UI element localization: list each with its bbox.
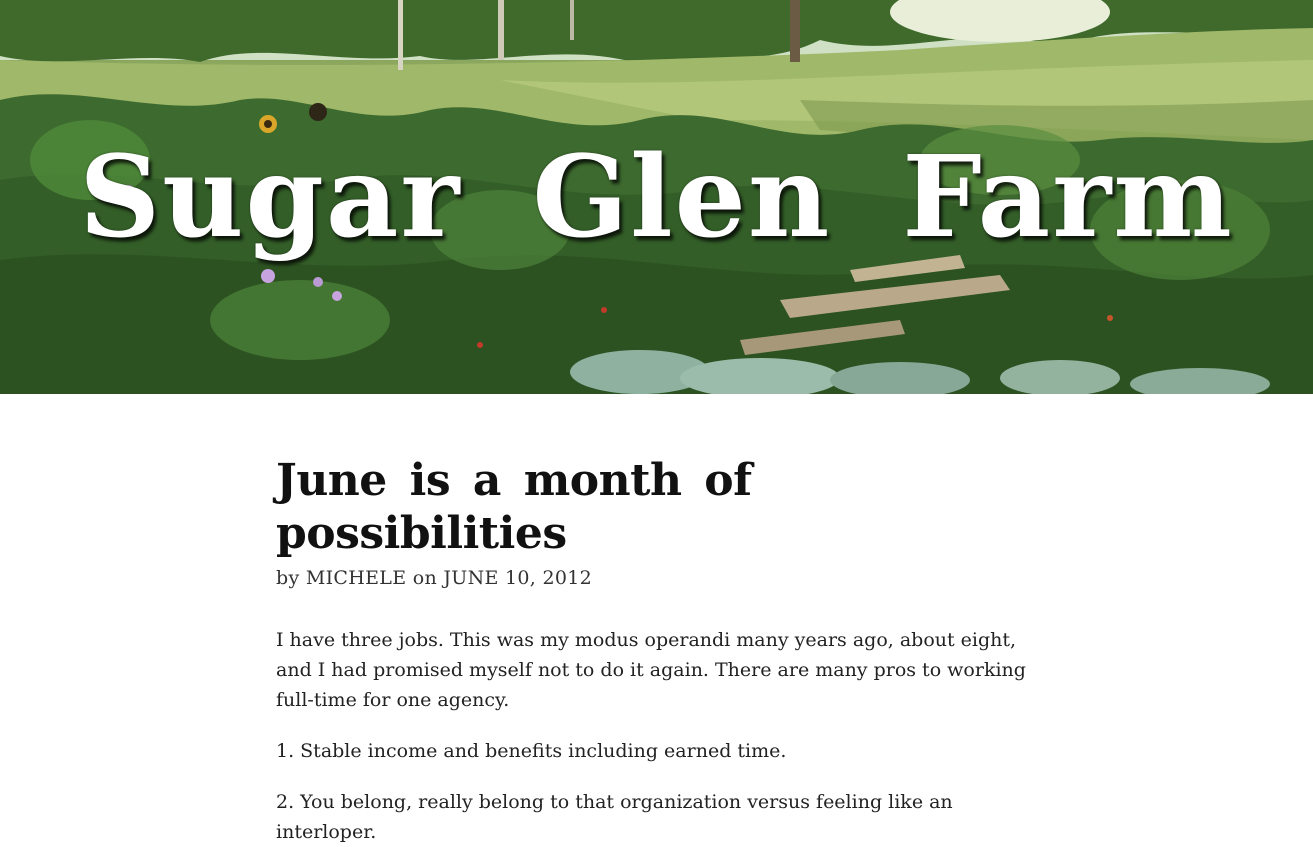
post-byline: by MICHELE on JUNE 10, 2012 <box>276 567 1036 589</box>
post-body: I have three jobs. This was my modus ope… <box>276 625 1036 847</box>
post-paragraph: I have three jobs. This was my modus ope… <box>276 628 1026 711</box>
site-title[interactable]: Sugar Glen Farm <box>0 136 1313 259</box>
byline-on: on <box>412 566 437 589</box>
post-title[interactable]: June is a month of possibilities <box>276 455 1036 561</box>
post-content: June is a month of possibilities by MICH… <box>276 455 1036 847</box>
post-list-item: 2. You belong, really belong to that org… <box>276 790 953 843</box>
post-list-item: 1. Stable income and benefits including … <box>276 739 787 762</box>
site-header: Sugar Glen Farm <box>0 0 1313 394</box>
byline-prefix: by <box>276 566 300 589</box>
post-date-link[interactable]: JUNE 10, 2012 <box>443 567 592 589</box>
author-link[interactable]: MICHELE <box>306 567 407 589</box>
